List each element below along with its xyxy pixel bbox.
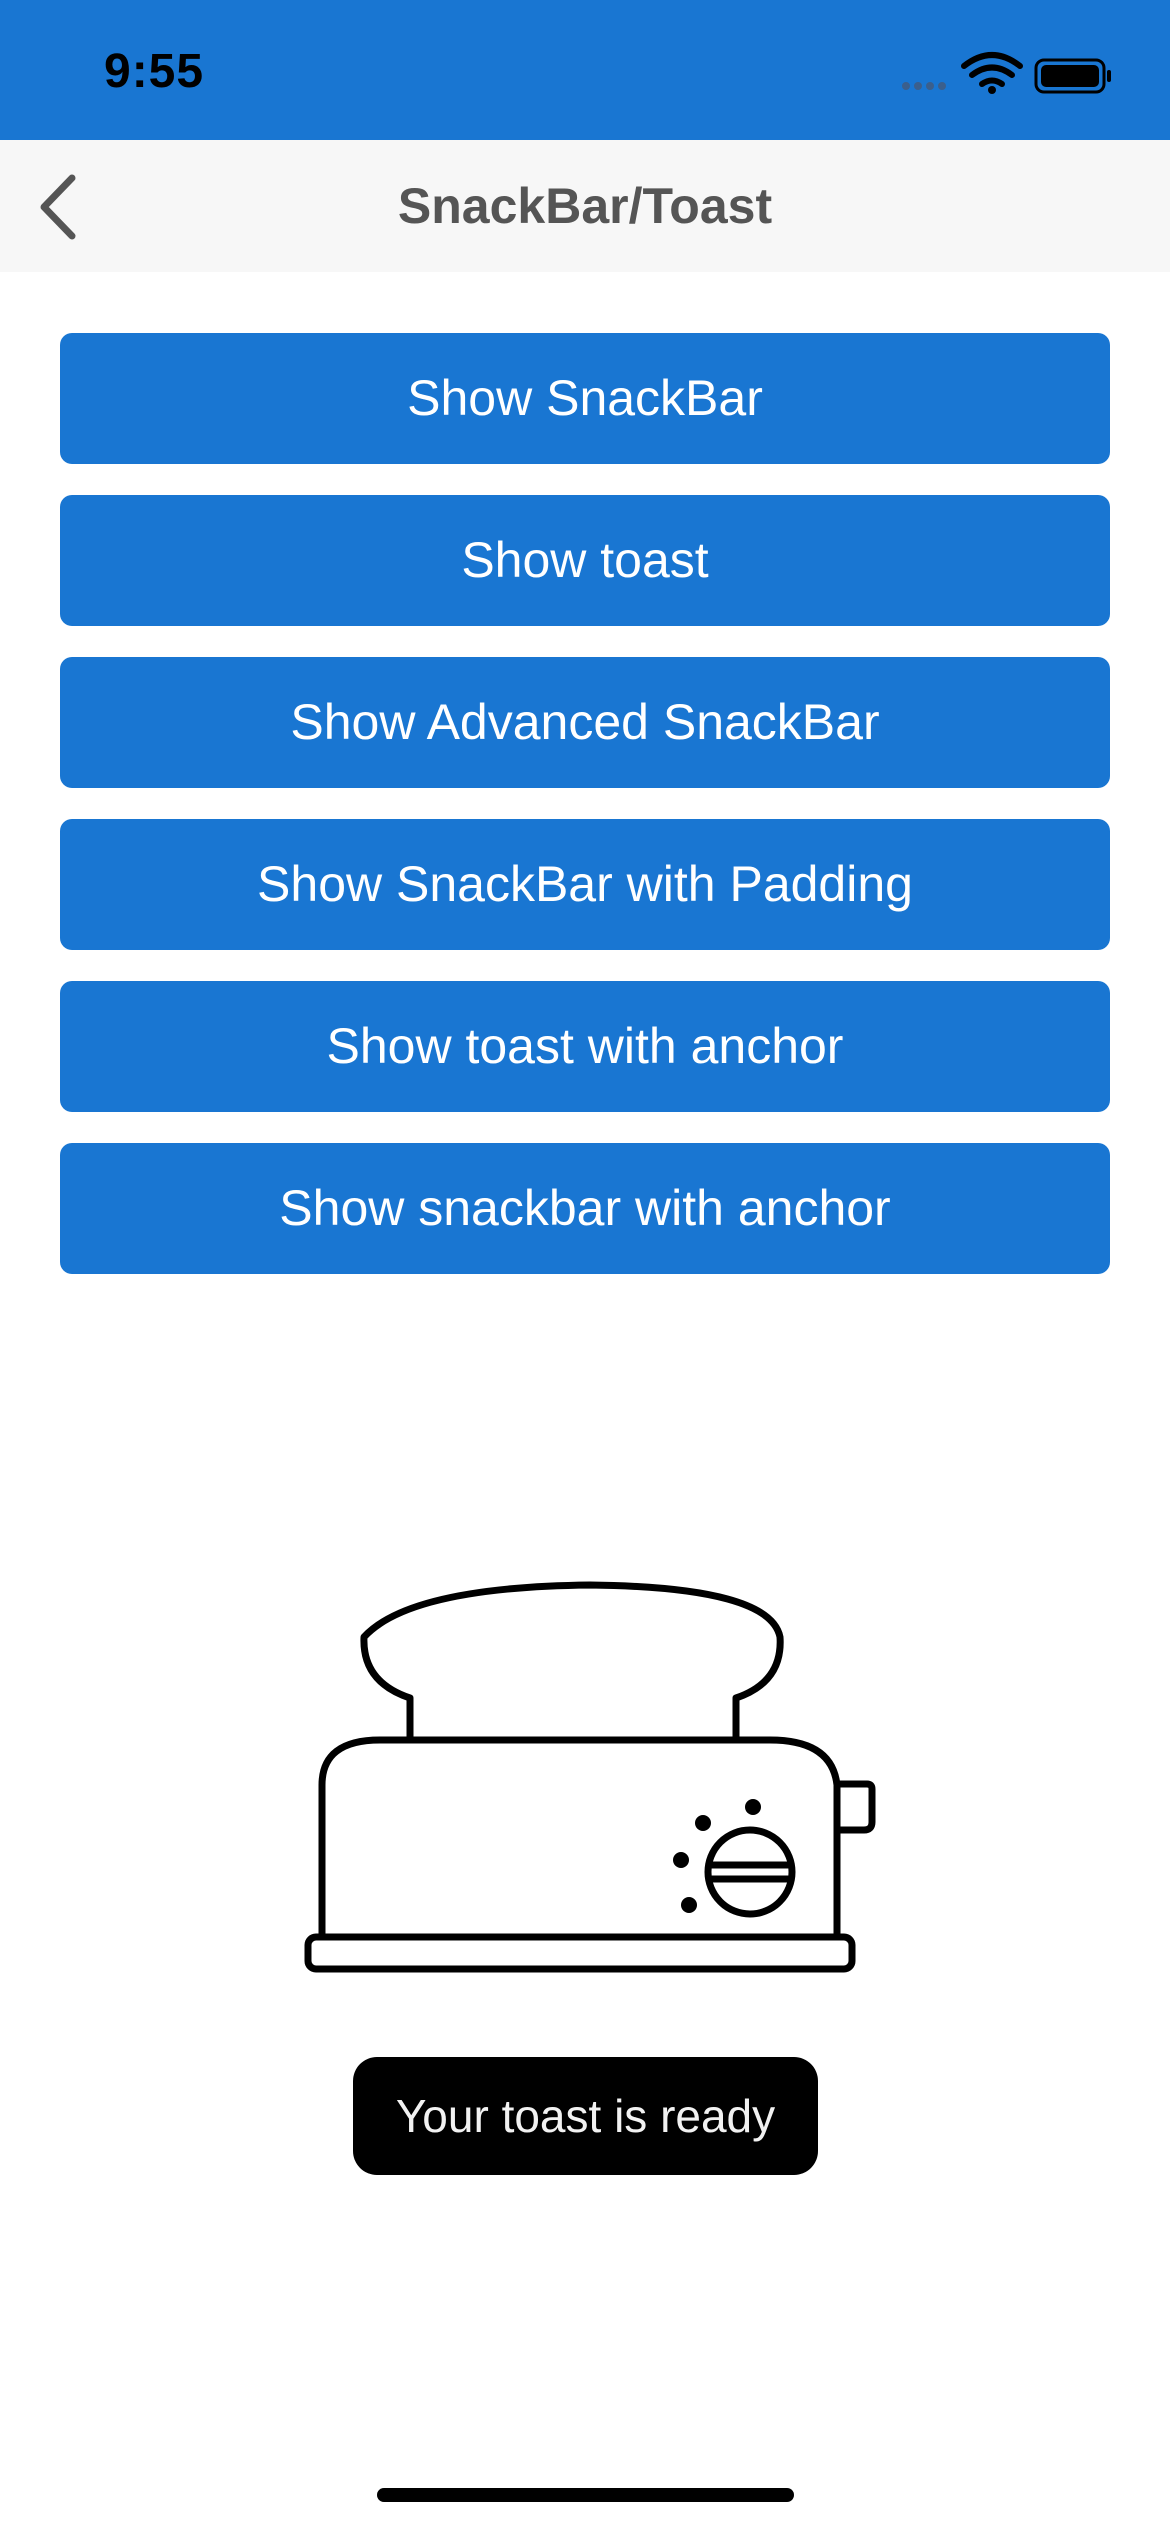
toaster-icon xyxy=(304,1581,876,1973)
home-indicator[interactable] xyxy=(377,2488,794,2502)
toast-message: Your toast is ready xyxy=(353,2057,818,2175)
status-icons xyxy=(896,50,1116,100)
wifi-icon xyxy=(961,52,1023,94)
page-title: SnackBar/Toast xyxy=(397,178,773,234)
button-list: Show SnackBar Show toast Show Advanced S… xyxy=(60,333,1110,1305)
show-snackbar-with-anchor-button[interactable]: Show snackbar with anchor xyxy=(60,1143,1110,1274)
status-time: 9:55 xyxy=(104,45,205,98)
show-snackbar-button[interactable]: Show SnackBar xyxy=(60,333,1110,464)
cellular-dots-icon xyxy=(902,82,946,90)
show-advanced-snackbar-button[interactable]: Show Advanced SnackBar xyxy=(60,657,1110,788)
show-toast-with-anchor-button[interactable]: Show toast with anchor xyxy=(60,981,1110,1112)
app-screen: 9:55 SnackBar/Toast Show SnackBar Show t… xyxy=(0,0,1170,2532)
toaster-image xyxy=(300,1525,880,1985)
status-bar: 9:55 xyxy=(0,0,1170,140)
navigation-bar: SnackBar/Toast xyxy=(0,140,1170,272)
battery-icon xyxy=(1034,58,1111,94)
show-toast-button[interactable]: Show toast xyxy=(60,495,1110,626)
show-snackbar-with-padding-button[interactable]: Show SnackBar with Padding xyxy=(60,819,1110,950)
